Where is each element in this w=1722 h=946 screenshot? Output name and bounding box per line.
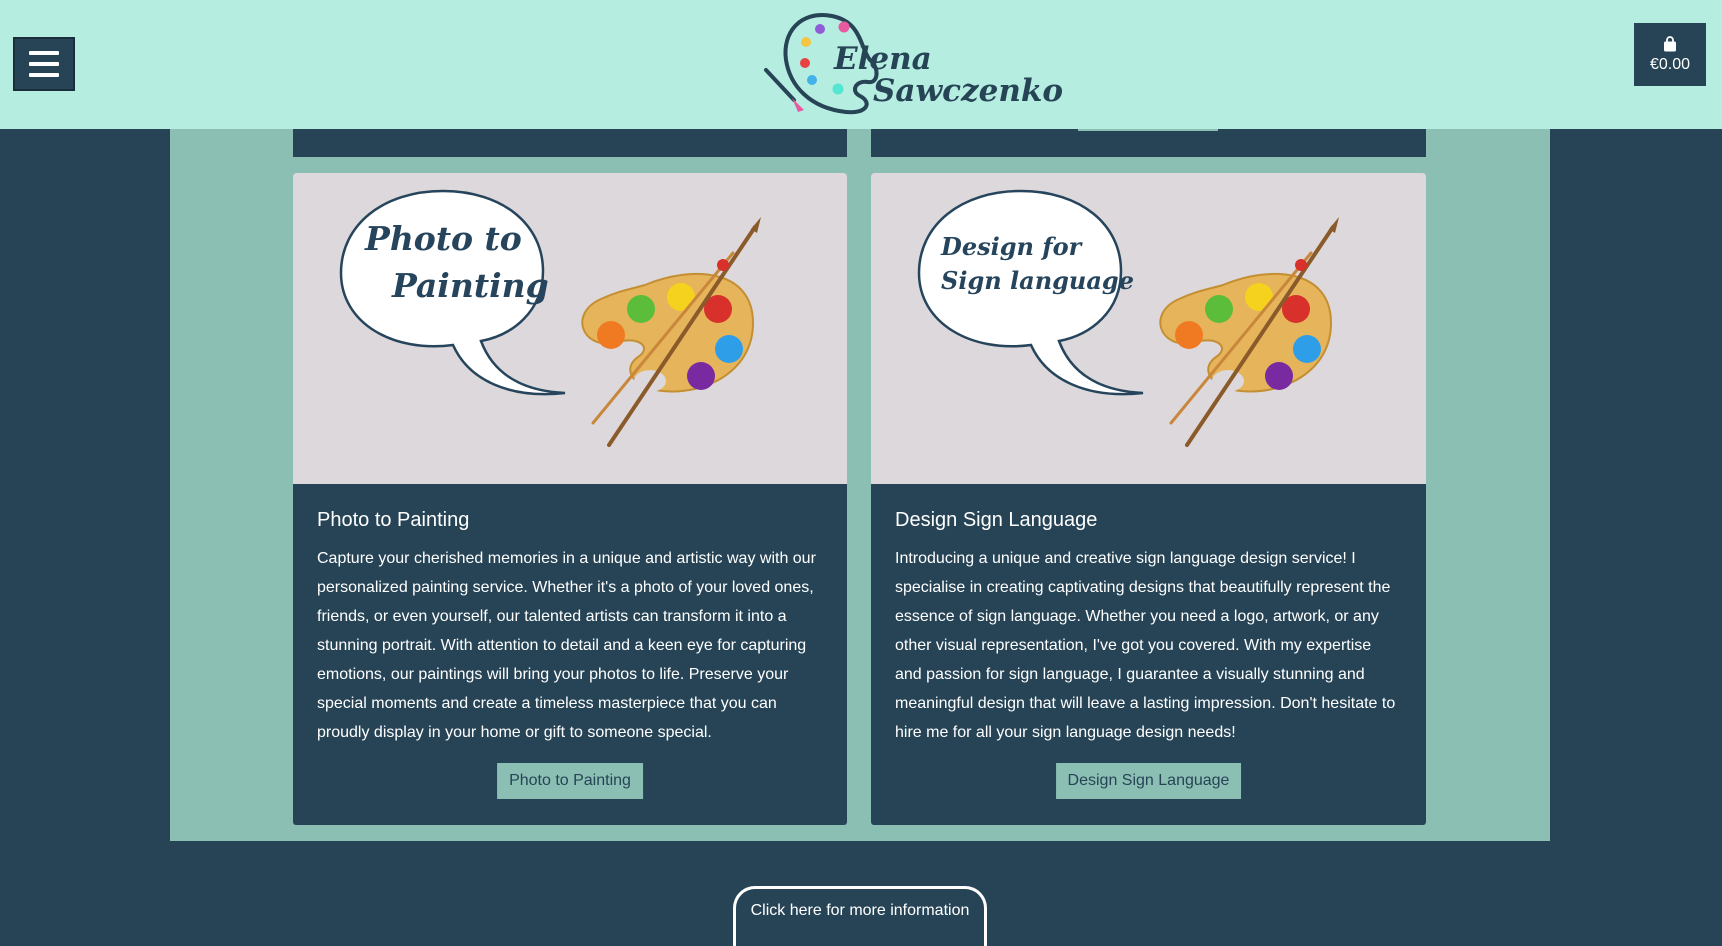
card-description: Introducing a unique and creative sign l… bbox=[895, 550, 1396, 741]
speech-bubble-palette-icon: Design for Sign language bbox=[917, 189, 1339, 447]
speech-bubble-line-1: Photo to bbox=[364, 219, 522, 258]
more-information-tab[interactable]: Click here for more information bbox=[733, 886, 987, 946]
previous-card-bottom bbox=[871, 129, 1426, 157]
previous-card-button-edge bbox=[1078, 129, 1218, 131]
cart-button[interactable]: €0.00 bbox=[1634, 23, 1706, 86]
card-description: Capture your cherished memories in a uni… bbox=[317, 550, 816, 741]
menu-bar-icon bbox=[29, 73, 59, 77]
previous-card-bottom bbox=[293, 129, 847, 157]
photo-to-painting-button[interactable]: Photo to Painting bbox=[497, 763, 643, 799]
menu-bar-icon bbox=[29, 51, 59, 55]
hamburger-menu-button[interactable] bbox=[13, 37, 75, 91]
site-header: Elena Sawczenko €0.00 bbox=[0, 0, 1722, 129]
card-title: Design Sign Language bbox=[895, 509, 1098, 531]
speech-bubble-line-1: Design for bbox=[940, 232, 1084, 261]
cart-total: €0.00 bbox=[1649, 55, 1691, 73]
service-card-photo-to-painting: Photo to Painting Photo to Painting Capt… bbox=[293, 173, 847, 825]
service-image: Design for Sign language bbox=[871, 173, 1426, 484]
speech-bubble-line-2: Painting bbox=[391, 266, 549, 305]
design-sign-language-button[interactable]: Design Sign Language bbox=[1055, 763, 1242, 799]
service-image: Photo to Painting bbox=[293, 173, 847, 484]
card-title: Photo to Painting bbox=[317, 509, 470, 531]
shopping-bag-icon bbox=[1664, 35, 1676, 51]
speech-bubble-line-2: Sign language bbox=[941, 266, 1134, 295]
site-logo[interactable]: Elena Sawczenko bbox=[760, 8, 1063, 120]
logo-last-name: Sawczenko bbox=[873, 73, 1064, 109]
service-card-design-sign-language: Design for Sign language Design Sign Lan… bbox=[871, 173, 1426, 825]
speech-bubble-palette-icon: Photo to Painting bbox=[339, 189, 761, 447]
logo-first-name: Elena bbox=[834, 41, 932, 77]
menu-bar-icon bbox=[29, 62, 59, 66]
